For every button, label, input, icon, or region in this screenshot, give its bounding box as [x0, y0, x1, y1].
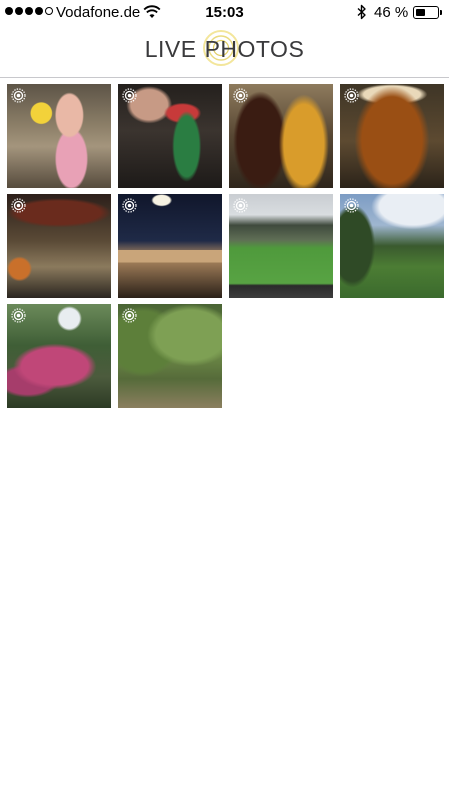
- photo-thumbnail[interactable]: [7, 304, 111, 408]
- photo-thumbnail[interactable]: [118, 304, 222, 408]
- live-photo-icon: [233, 88, 248, 103]
- live-photo-icon: [122, 88, 137, 103]
- logo-word-live: LIVE: [144, 36, 197, 62]
- photo-thumbnail[interactable]: [7, 194, 111, 298]
- live-photo-icon: [344, 198, 359, 213]
- app-logo: LIVE PHOTOS: [0, 36, 449, 63]
- navigation-bar: LIVE PHOTOS: [0, 26, 449, 78]
- photo-thumbnail[interactable]: [118, 194, 222, 298]
- live-photo-icon: [11, 198, 26, 213]
- logo-word-photos: PHOTOS: [204, 36, 305, 62]
- battery-level-fill: [416, 9, 425, 16]
- photo-thumbnail[interactable]: [229, 84, 333, 188]
- live-photo-icon: [233, 198, 248, 213]
- photo-thumbnail[interactable]: [340, 194, 444, 298]
- live-photo-icon: [344, 88, 359, 103]
- photo-thumbnail[interactable]: [118, 84, 222, 188]
- battery-percentage: 46 %: [374, 4, 409, 21]
- status-bar: Vodafone.de 15:03 46 %: [0, 0, 449, 26]
- live-photo-icon: [122, 308, 137, 323]
- bluetooth-icon: [357, 4, 366, 20]
- battery-icon: [413, 6, 442, 19]
- photo-thumbnail[interactable]: [7, 84, 111, 188]
- live-photo-icon: [11, 88, 26, 103]
- photo-thumbnail[interactable]: [340, 84, 444, 188]
- photo-grid: [7, 84, 444, 408]
- live-photo-icon: [11, 308, 26, 323]
- live-photo-icon: [122, 198, 137, 213]
- battery-cap: [440, 10, 442, 15]
- photo-thumbnail[interactable]: [229, 194, 333, 298]
